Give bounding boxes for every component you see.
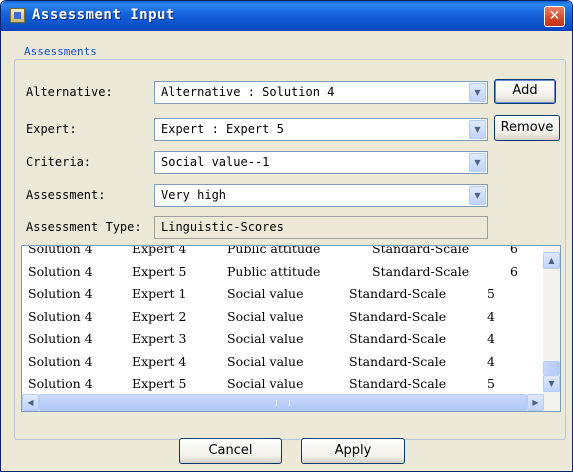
- cell-score: 4: [487, 331, 495, 346]
- cell-scale: Standard-Scale: [349, 286, 447, 301]
- scroll-down-icon[interactable]: ▼: [543, 375, 560, 392]
- table-row[interactable]: Solution 4 Expert 3 Social value Standar…: [22, 327, 542, 350]
- cell-criteria: Social value: [227, 331, 304, 346]
- cell-criteria: Social value: [227, 353, 304, 369]
- chevron-down-icon[interactable]: ▼: [469, 83, 486, 102]
- cell-score: 6: [510, 245, 518, 256]
- chevron-down-icon[interactable]: ▼: [469, 186, 486, 205]
- table-row[interactable]: Solution 4 Expert 5 Social value Standar…: [22, 372, 542, 395]
- cell-criteria: Public attitude: [227, 263, 321, 279]
- chevron-down-icon[interactable]: ▼: [469, 153, 486, 172]
- assessments-table[interactable]: Solution 4 Expert 4 Public attitude Stan…: [21, 245, 561, 412]
- window-title: Assessment Input: [32, 7, 175, 23]
- assessment-type-value: Linguistic-Scores: [161, 220, 284, 234]
- cell-criteria: Social value: [227, 286, 304, 301]
- cell-alternative: Solution 4: [28, 353, 93, 369]
- grip-icon: [276, 400, 290, 406]
- table-row[interactable]: Solution 4 Expert 1 Social value Standar…: [22, 282, 542, 305]
- criteria-label: Criteria:: [26, 155, 92, 169]
- assessment-input-dialog: Assessment Input ✕ Assessments Alternati…: [0, 0, 573, 472]
- vertical-scrollbar[interactable]: ▲ ▼: [543, 246, 560, 394]
- cell-score: 5: [487, 376, 495, 391]
- add-button[interactable]: Add: [494, 79, 556, 104]
- cell-alternative: Solution 4: [28, 308, 93, 324]
- scroll-right-icon[interactable]: ▶: [527, 394, 544, 411]
- cancel-button[interactable]: Cancel: [179, 438, 282, 464]
- table-row[interactable]: Solution 4 Expert 4 Social value Standar…: [22, 350, 542, 373]
- expert-select-value: Expert : Expert 5: [161, 122, 284, 136]
- assessments-group-label: Assessments: [21, 45, 100, 58]
- table-row[interactable]: Solution 4 Expert 5 Public attitude Stan…: [22, 260, 542, 283]
- vertical-scroll-thumb[interactable]: [543, 361, 560, 375]
- expert-label: Expert:: [26, 122, 77, 136]
- cell-criteria: Social value: [227, 376, 304, 391]
- cell-scale: Standard-Scale: [372, 245, 470, 256]
- cell-alternative: Solution 4: [28, 263, 93, 279]
- cell-criteria: Public attitude: [227, 245, 321, 256]
- cell-alternative: Solution 4: [28, 245, 93, 256]
- cell-score: 4: [487, 353, 495, 369]
- apply-button[interactable]: Apply: [301, 438, 405, 464]
- cell-score: 4: [487, 308, 495, 324]
- cell-scale: Standard-Scale: [349, 376, 447, 391]
- chevron-down-icon[interactable]: ▼: [469, 120, 486, 139]
- cell-expert: Expert 1: [132, 286, 187, 301]
- alternative-select[interactable]: Alternative : Solution 4 ▼: [154, 81, 488, 104]
- cell-alternative: Solution 4: [28, 331, 93, 346]
- cell-scale: Standard-Scale: [372, 263, 470, 279]
- cell-expert: Expert 4: [132, 353, 187, 369]
- scroll-left-icon[interactable]: ◀: [22, 394, 39, 411]
- assessment-type-field: Linguistic-Scores: [154, 216, 488, 239]
- assessment-select-value: Very high: [161, 188, 227, 202]
- cell-scale: Standard-Scale: [349, 308, 447, 324]
- cell-alternative: Solution 4: [28, 376, 93, 391]
- remove-button[interactable]: Remove: [494, 115, 560, 141]
- cell-score: 5: [487, 286, 495, 301]
- assessment-type-label: Assessment Type:: [26, 220, 142, 234]
- assessment-label: Assessment:: [26, 188, 106, 202]
- alternative-label: Alternative:: [26, 85, 113, 99]
- horizontal-scroll-thumb[interactable]: [39, 394, 527, 411]
- cell-alternative: Solution 4: [28, 286, 93, 301]
- cell-criteria: Social value: [227, 308, 304, 324]
- criteria-select[interactable]: Social value--1 ▼: [154, 151, 488, 174]
- table-row[interactable]: Solution 4 Expert 4 Public attitude Stan…: [22, 245, 542, 260]
- cell-expert: Expert 5: [132, 376, 187, 391]
- assessment-select[interactable]: Very high ▼: [154, 184, 488, 207]
- cell-expert: Expert 4: [132, 245, 187, 256]
- cell-scale: Standard-Scale: [349, 331, 447, 346]
- cell-expert: Expert 3: [132, 331, 187, 346]
- scroll-up-icon[interactable]: ▲: [543, 252, 560, 269]
- expert-select[interactable]: Expert : Expert 5 ▼: [154, 118, 488, 141]
- horizontal-scrollbar[interactable]: ◀ ▶: [22, 394, 560, 411]
- title-bar[interactable]: Assessment Input ✕: [1, 1, 572, 31]
- alternative-select-value: Alternative : Solution 4: [161, 85, 335, 99]
- app-icon: [10, 8, 25, 23]
- criteria-select-value: Social value--1: [161, 155, 270, 169]
- cell-expert: Expert 5: [132, 263, 187, 279]
- cell-score: 6: [510, 263, 518, 279]
- cell-scale: Standard-Scale: [349, 353, 447, 369]
- close-button[interactable]: ✕: [544, 6, 565, 27]
- table-row[interactable]: Solution 4 Expert 2 Social value Standar…: [22, 305, 542, 328]
- table-rows: Solution 4 Expert 4 Public attitude Stan…: [22, 245, 542, 395]
- cell-expert: Expert 2: [132, 308, 187, 324]
